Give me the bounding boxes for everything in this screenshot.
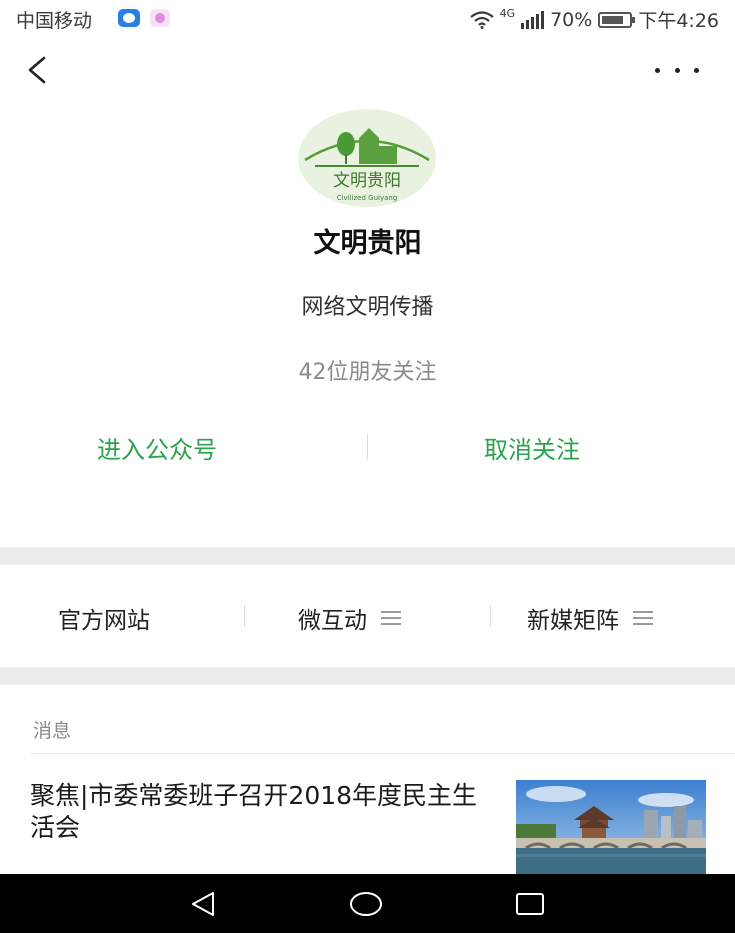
account-logo: 文明贵阳 Civilized Guiyang [298,109,436,207]
account-actions: 进入公众号 取消关注 [0,430,735,470]
menu-interaction[interactable]: 微互动 [298,601,401,635]
messages-section-label: 消息 [33,720,72,742]
menu-item-label: 官方网站 [58,608,150,634]
more-icon[interactable] [655,58,699,82]
battery-icon [598,11,636,28]
carrier-label: 中国移动 [16,10,93,32]
followers-count: 42位朋友关注 [298,360,437,385]
account-description: 网络文明传播 [301,295,434,320]
clock: 下午4:26 [638,10,719,32]
menu-media-matrix[interactable]: 新媒矩阵 [527,601,653,635]
signal-icon [521,10,545,29]
menu-item-label: 微互动 [298,608,367,634]
section-gap [0,547,735,565]
article-title[interactable]: 聚焦|市委常委班子召开2018年度民主生活会 [30,780,490,844]
menu-official-site[interactable]: 官方网站 [58,601,150,635]
back-icon[interactable] [22,52,52,88]
enter-account-button[interactable]: 进入公众号 [97,430,217,465]
notification-app-icon [118,9,140,27]
menu-divider [490,605,491,627]
network-type: 4G [499,7,516,20]
article-thumbnail[interactable] [516,780,706,874]
nav-back-icon[interactable] [187,889,219,919]
menu-burger-icon [381,611,401,625]
actions-divider [367,434,368,460]
svg-text:文明贵阳: 文明贵阳 [333,171,401,191]
section-divider [30,753,735,754]
notification-app-icon-2 [150,9,170,27]
menu-item-label: 新媒矩阵 [527,608,619,634]
menu-divider [244,605,245,627]
nav-recents-icon[interactable] [514,889,546,919]
account-menu: 官方网站 微互动 新媒矩阵 [0,565,735,667]
unfollow-button[interactable]: 取消关注 [484,430,580,465]
wifi-icon [469,10,494,29]
system-nav-bar [0,874,735,933]
section-gap [0,667,735,685]
battery-percent: 70% [550,8,593,31]
status-right: 4G 70% 下午4:26 [469,6,719,33]
svg-text:Civilized Guiyang: Civilized Guiyang [337,194,398,202]
account-name: 文明贵阳 [313,228,422,259]
status-bar: 中国移动 4G 70% 下午4:26 [0,0,735,36]
nav-home-icon[interactable] [350,889,382,919]
menu-burger-icon [633,611,653,625]
